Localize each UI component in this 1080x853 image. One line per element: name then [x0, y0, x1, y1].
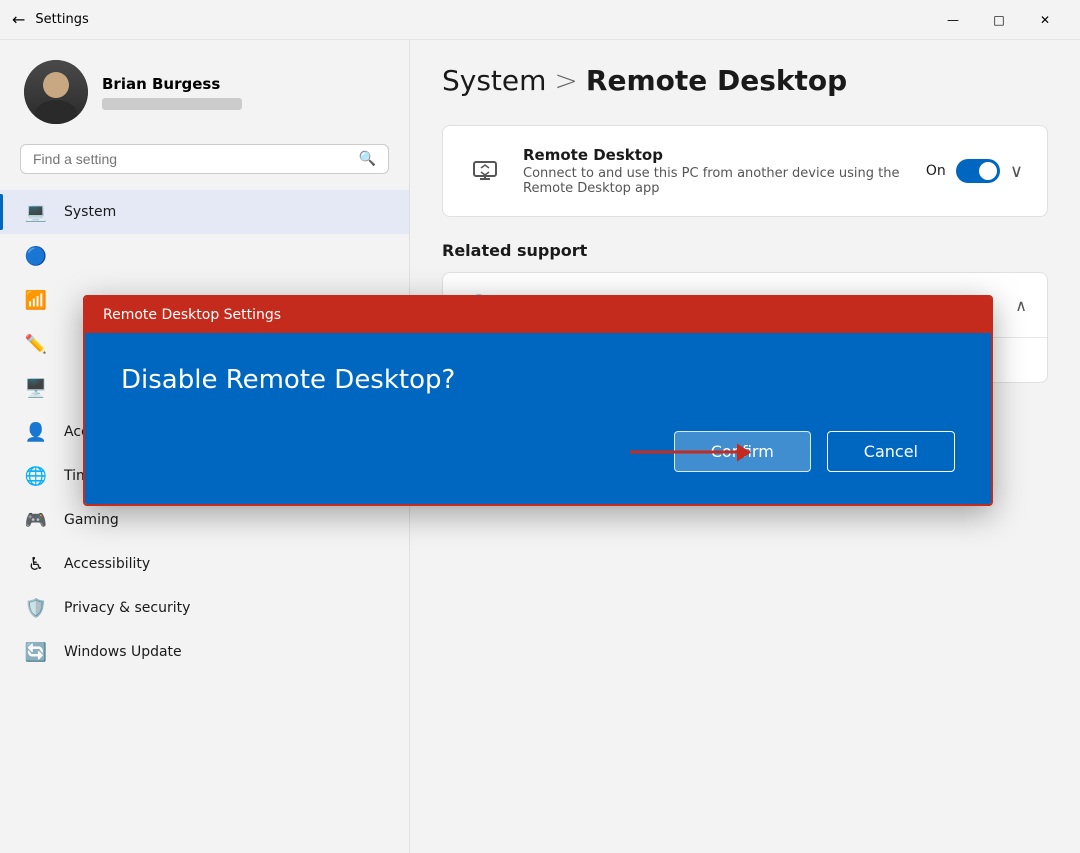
arrow-annotation	[630, 450, 750, 453]
arrow-line	[630, 450, 750, 453]
dialog-titlebar: Remote Desktop Settings	[85, 297, 991, 333]
dialog-body: Disable Remote Desktop? Confirm Cancel	[85, 333, 991, 504]
dialog-overlay: Remote Desktop Settings Disable Remote D…	[0, 0, 1080, 853]
confirm-dialog: Remote Desktop Settings Disable Remote D…	[83, 295, 993, 506]
dialog-question: Disable Remote Desktop?	[121, 365, 955, 395]
cancel-button[interactable]: Cancel	[827, 431, 955, 472]
dialog-buttons: Confirm Cancel	[121, 431, 955, 472]
